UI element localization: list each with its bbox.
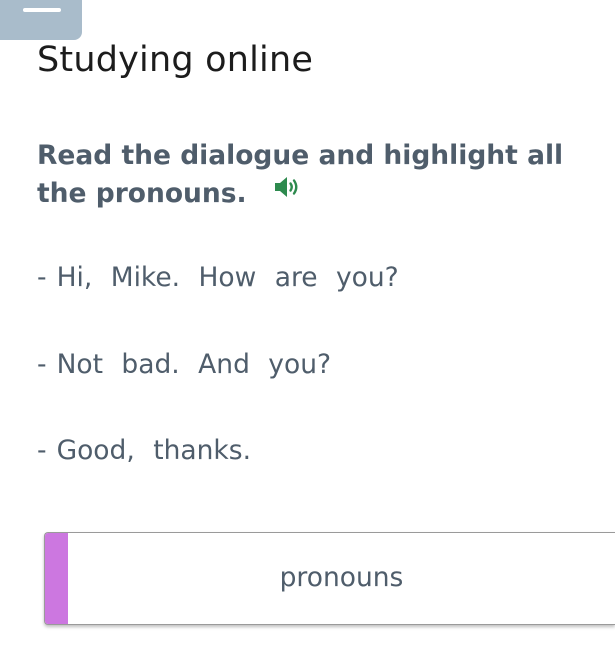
highlight-category-button[interactable]: pronouns <box>44 532 615 625</box>
dialogue-dash: - <box>37 349 47 380</box>
dialogue-text[interactable]: Good, thanks. <box>57 435 251 466</box>
dialogue-line[interactable]: - Hi, Mike. How are you? <box>37 260 399 296</box>
dialogue-line[interactable]: - Good, thanks. <box>37 433 251 469</box>
speaker-volume-icon <box>274 177 298 197</box>
dialogue-text[interactable]: Not bad. And you? <box>57 349 332 380</box>
dialogue-dash: - <box>37 262 47 293</box>
category-color-marker <box>45 533 68 624</box>
dialogue-line[interactable]: - Not bad. And you? <box>37 347 331 383</box>
dialogue-text[interactable]: Hi, Mike. How are you? <box>57 262 399 293</box>
menu-toggle-button[interactable] <box>0 0 82 40</box>
play-audio-button[interactable] <box>273 173 303 211</box>
menu-handle-icon <box>23 8 61 12</box>
page-title: Studying online <box>37 40 314 80</box>
category-label: pronouns <box>279 562 404 593</box>
dialogue-dash: - <box>37 435 47 466</box>
task-instruction: Read the dialogue and highlight all the … <box>37 137 607 213</box>
exercise-page: Studying online Read the dialogue and hi… <box>0 0 615 651</box>
